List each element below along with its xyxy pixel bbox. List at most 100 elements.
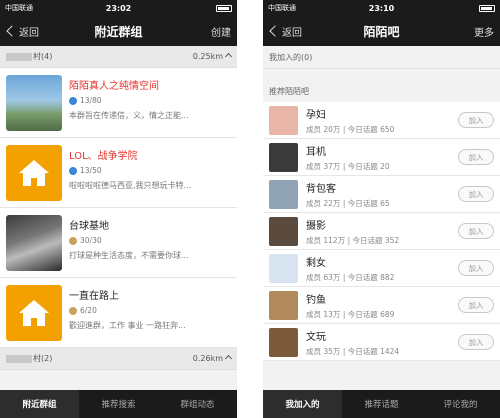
group-member-count: 13/50 (80, 166, 102, 175)
section-header[interactable]: 村(4) 0.25km (0, 46, 237, 68)
bar-stats: 成员 22万 | 今日话题 65 (306, 198, 458, 209)
join-button[interactable]: 加入 (458, 149, 494, 165)
join-button[interactable]: 加入 (458, 186, 494, 202)
back-label: 返回 (19, 27, 39, 39)
blurred-location (6, 52, 32, 61)
group-meta: 6/20 (69, 306, 231, 315)
bar-name: 背包客 (306, 183, 336, 195)
tab-1[interactable]: 推荐话题 (342, 390, 421, 418)
clock: 23:10 (368, 3, 395, 13)
bar-info: 孕妇 成员 20万 | 今日话题 650 (306, 106, 458, 135)
group-list-item[interactable]: 陌陌真人之纯情空间 13/80 本群旨在传递信，义，情之正能... (0, 68, 237, 138)
bar-list-item[interactable]: 孕妇 成员 20万 | 今日话题 650 加入 (263, 102, 500, 139)
group-info: 一直在路上 6/20 歡迎進群，工作 事业 一路狂奔... (69, 285, 231, 340)
group-meta: 13/50 (69, 166, 231, 175)
bar-members: 成员 22万 (306, 198, 341, 208)
bar-topics: 今日话题 689 (347, 309, 395, 319)
blurred-location (6, 354, 32, 363)
bar-info: 耳机成员 37万 | 今日话题 20 (306, 143, 458, 172)
bar-avatar (269, 142, 298, 172)
stats-separator: | (340, 346, 348, 356)
back-button[interactable]: 返回 (269, 24, 302, 39)
group-meta: 30/30 (69, 236, 231, 245)
bar-stats: 成员 35万 | 今日话题 1424 (306, 346, 458, 357)
bar-info: 钓鱼 成员 13万 | 今日话题 689 (306, 291, 458, 320)
group-description: 本群旨在传递信，义，情之正能... (69, 111, 189, 120)
tab-0[interactable]: 我加入的 (263, 390, 342, 418)
bar-list-item[interactable]: 文玩 成员 35万 | 今日话题 1424 加入 (263, 324, 500, 361)
group-house-icon (6, 145, 62, 201)
bar-avatar (269, 327, 298, 357)
divider (263, 68, 500, 80)
group-info: 陌陌真人之纯情空间 13/80 本群旨在传递信，义，情之正能... (69, 75, 231, 130)
bar-name: 钓鱼 (306, 294, 326, 306)
bar-avatar (269, 216, 298, 246)
bar-members: 成员 63万 (306, 272, 341, 282)
section-distance: 0.26km (192, 354, 223, 363)
bar-list-item[interactable]: 耳机成员 37万 | 今日话题 20 加入 (263, 139, 500, 176)
join-button[interactable]: 加入 (458, 260, 494, 276)
nav-bar: 返回 陌陌吧 更多 (263, 16, 500, 46)
group-name: 台球基地 (69, 221, 109, 232)
bar-list-item[interactable]: 钓鱼 成员 13万 | 今日话题 689 加入 (263, 287, 500, 324)
join-button[interactable]: 加入 (458, 334, 494, 350)
stats-separator: | (340, 124, 348, 134)
tab-bar: 附近群组 推荐搜索 群组动态 (0, 390, 237, 418)
bar-info: 剩女 成员 63万 | 今日话题 882 (306, 254, 458, 283)
right-screen: 中国联通 23:10 返回 陌陌吧 更多 我加入的(0) 推荐陌陌吧 孕妇 成员 … (263, 0, 500, 418)
bar-members: 成员 20万 (306, 124, 341, 134)
stats-separator: | (340, 309, 348, 319)
group-list-item[interactable]: 一直在路上 6/20 歡迎進群，工作 事业 一路狂奔... (0, 278, 237, 348)
section-distance: 0.25km (192, 52, 223, 61)
bar-list-item[interactable]: 剩女 成员 63万 | 今日话题 882 加入 (263, 250, 500, 287)
tab-0[interactable]: 附近群组 (0, 390, 79, 418)
bar-info: 摄影 成员 112万 | 今日话题 352 (306, 217, 458, 246)
bar-topics: 今日话题 650 (347, 124, 395, 134)
bar-name: 文玩 (306, 331, 326, 343)
clock: 23:02 (105, 3, 132, 13)
tab-2[interactable]: 评论我的 (421, 390, 500, 418)
bar-members: 成员 35万 (306, 346, 341, 356)
group-house-icon (6, 285, 62, 341)
section-header[interactable]: 村(2) 0.26km (0, 348, 237, 370)
left-screen: 中国联通 23:02 返回 附近群组 创建 村(4) 0.25km 陌陌真人之纯… (0, 0, 237, 418)
bar-info: 背包客成员 22万 | 今日话题 65 (306, 180, 458, 209)
bar-avatar (269, 179, 298, 209)
bar-list-item[interactable]: 背包客成员 22万 | 今日话题 65 加入 (263, 176, 500, 213)
tab-2[interactable]: 群组动态 (158, 390, 237, 418)
bar-members: 成员 37万 (306, 161, 341, 171)
group-list-item[interactable]: LOL、战争学院 13/50 啦啦啦啦德马西亚,我只想玩卡特... (0, 138, 237, 208)
join-button[interactable]: 加入 (458, 112, 494, 128)
group-avatar (6, 75, 62, 131)
join-button[interactable]: 加入 (458, 297, 494, 313)
joined-label: 我加入的(0) (263, 46, 500, 68)
group-member-count: 6/20 (80, 306, 97, 315)
bar-topics: 今日话题 352 (352, 235, 400, 245)
more-button[interactable]: 更多 (474, 24, 494, 39)
collapse-icon (224, 354, 233, 363)
bar-list-item[interactable]: 摄影 成员 112万 | 今日话题 352 加入 (263, 213, 500, 250)
back-button[interactable]: 返回 (6, 24, 39, 39)
back-chevron-icon (269, 25, 281, 37)
bar-topics: 今日话题 1424 (347, 346, 400, 356)
bar-stats: 成员 20万 | 今日话题 650 (306, 124, 458, 135)
bar-name: 耳机 (306, 146, 326, 158)
group-description: 啦啦啦啦德马西亚,我只想玩卡特... (69, 181, 192, 190)
join-button[interactable]: 加入 (458, 223, 494, 239)
bar-info: 文玩成员 35万 | 今日话题 1424 (306, 328, 458, 357)
group-list-item[interactable]: 台球基地 30/30 打球是种生活态度，不需要你球... (0, 208, 237, 278)
group-meta: 13/80 (69, 96, 231, 105)
create-button[interactable]: 创建 (211, 24, 231, 39)
bar-topics: 今日话题 882 (347, 272, 395, 282)
bar-topics: 今日话题 20 (347, 161, 390, 171)
recommended-label: 推荐陌陌吧 (263, 80, 500, 102)
group-info: LOL、战争学院 13/50 啦啦啦啦德马西亚,我只想玩卡特... (69, 145, 231, 200)
tab-bar: 我加入的 推荐话题 评论我的 (263, 390, 500, 418)
member-badge-icon (69, 236, 77, 245)
battery-icon (479, 4, 495, 12)
stats-separator: | (345, 235, 353, 245)
bar-members: 成员 112万 (306, 235, 346, 245)
bar-stats: 成员 37万 | 今日话题 20 (306, 161, 458, 172)
tab-1[interactable]: 推荐搜索 (79, 390, 158, 418)
section-label: 村(4) (33, 52, 53, 61)
